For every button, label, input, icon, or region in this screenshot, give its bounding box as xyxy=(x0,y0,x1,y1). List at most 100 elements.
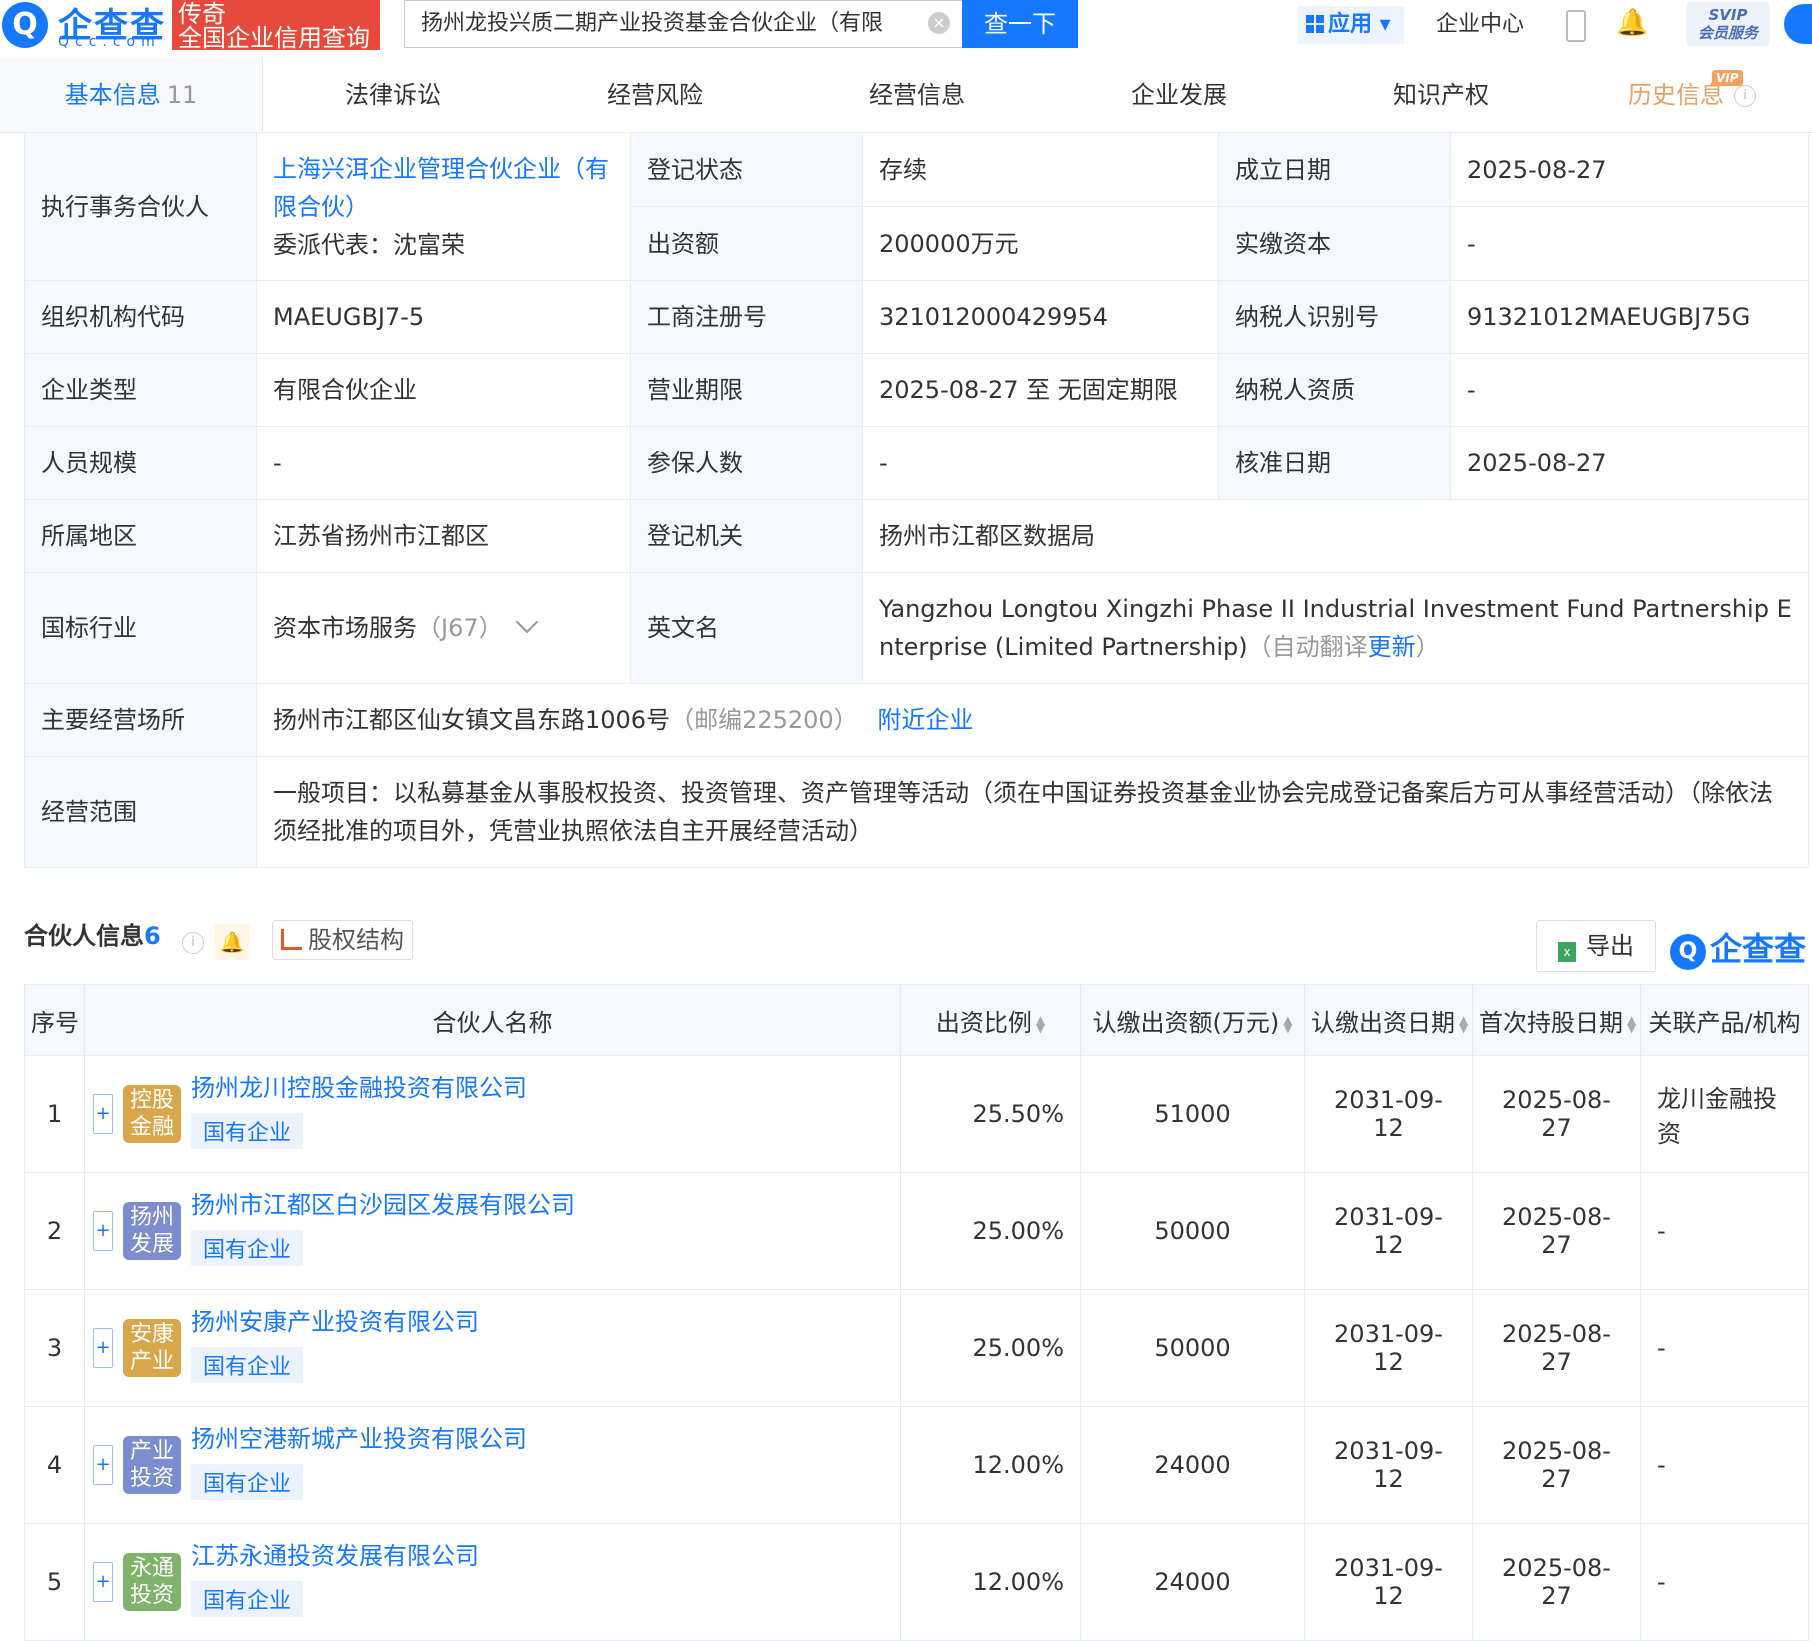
reg-status-label: 登记状态 xyxy=(630,132,863,207)
col-ratio[interactable]: 出资比例 ▲ ▼ xyxy=(900,984,1081,1056)
search-input[interactable]: 扬州龙投兴质二期产业投资基金合伙企业（有限 xyxy=(404,0,984,48)
expand-icon[interactable]: + xyxy=(93,1328,113,1368)
sub-date-value: 2031-09-12 xyxy=(1304,1406,1473,1524)
org-chart-icon xyxy=(281,929,302,950)
partner-name-link[interactable]: 扬州龙川控股金融投资有限公司 xyxy=(191,1068,527,1103)
partner-cell: +产业投资 扬州空港新城产业投资有限公司 国有企业 xyxy=(84,1406,901,1524)
sort-icon[interactable]: ▲ ▼ xyxy=(1036,1014,1045,1034)
en-name-update-link[interactable]: 更新 xyxy=(1368,633,1416,661)
col-first-date[interactable]: 首次持股日期 ▲ ▼ xyxy=(1472,984,1641,1056)
chevron-down-icon[interactable] xyxy=(515,610,538,634)
capital-value: 200000万元 xyxy=(862,206,1219,281)
tab-development[interactable]: 企业发展 xyxy=(1048,58,1310,132)
tab-label: 基本信息 xyxy=(64,81,161,109)
tab-count: 11 xyxy=(166,81,198,109)
sub-date-value: 2031-09-12 xyxy=(1304,1289,1473,1407)
col-amount[interactable]: 认缴出资额(万元) ▲ ▼ xyxy=(1080,984,1305,1056)
partners-count: 6 xyxy=(144,922,161,950)
address-label: 主要经营场所 xyxy=(24,683,257,757)
authority-label: 登记机关 xyxy=(630,499,863,573)
term-label: 营业期限 xyxy=(630,353,863,427)
type-label: 企业类型 xyxy=(24,353,257,427)
product-value[interactable]: 龙川金融投资 xyxy=(1640,1055,1809,1173)
equity-structure-button[interactable]: 股权结构 xyxy=(272,920,413,960)
partner-name-link[interactable]: 江苏永通投资发展有限公司 xyxy=(191,1536,479,1571)
partners-title: 合伙人信息 xyxy=(24,922,144,950)
svip-label: SVIP xyxy=(1708,6,1748,24)
partner-name-link[interactable]: 扬州安康产业投资有限公司 xyxy=(191,1302,479,1337)
expand-icon[interactable]: + xyxy=(93,1094,113,1134)
executive-partner-link[interactable]: 上海兴洱企业管理合伙企业（有限合伙） xyxy=(273,150,614,226)
sub-date-value: 2031-09-12 xyxy=(1304,1172,1473,1290)
qcc-logo-icon[interactable]: Q xyxy=(2,2,48,48)
first-date-value: 2025-08-27 xyxy=(1472,1055,1641,1173)
term-value: 2025-08-27 至 无固定期限 xyxy=(862,353,1219,427)
first-date-value: 2025-08-27 xyxy=(1472,1172,1641,1290)
company-avatar: 永通投资 xyxy=(123,1553,181,1611)
vip-badge: VIP xyxy=(1712,70,1743,86)
enterprise-center-link[interactable]: 企业中心 xyxy=(1436,6,1524,44)
clear-search-icon[interactable]: × xyxy=(928,12,950,34)
row-index: 1 xyxy=(24,1055,85,1173)
expand-icon[interactable]: + xyxy=(93,1562,113,1602)
tax-qual-value: - xyxy=(1450,353,1809,427)
col-amount-label: 认缴出资额(万元) xyxy=(1092,1008,1280,1037)
apps-menu-button[interactable]: 应用 ▾ xyxy=(1298,6,1404,44)
industry-value: 资本市场服务 xyxy=(273,614,417,642)
col-first-date-label: 首次持股日期 xyxy=(1479,1008,1623,1037)
biz-reg-label: 工商注册号 xyxy=(630,280,863,354)
ratio-value: 12.00% xyxy=(900,1523,1081,1641)
svip-button[interactable]: SVIP 会员服务 xyxy=(1686,2,1770,46)
col-sub-date[interactable]: 认缴出资日期 ▲ ▼ xyxy=(1304,984,1473,1056)
company-avatar: 产业投资 xyxy=(123,1436,181,1494)
company-type-tag: 国有企业 xyxy=(191,1346,304,1383)
founded-label: 成立日期 xyxy=(1218,132,1451,207)
tab-basic-info[interactable]: 基本信息 11 xyxy=(0,58,263,132)
company-type-tag: 国有企业 xyxy=(191,1112,304,1149)
col-sub-date-label: 认缴出资日期 xyxy=(1311,1008,1455,1037)
approved-value: 2025-08-27 xyxy=(1450,426,1809,500)
export-button[interactable]: x 导出 xyxy=(1536,920,1656,972)
sort-icon[interactable]: ▲ ▼ xyxy=(1283,1014,1292,1034)
tab-operations[interactable]: 经营信息 xyxy=(786,58,1048,132)
partner-name-link[interactable]: 扬州空港新城产业投资有限公司 xyxy=(191,1419,527,1454)
svip-sublabel: 会员服务 xyxy=(1697,24,1758,42)
industry-cell[interactable]: 资本市场服务（J67） xyxy=(256,572,631,684)
expand-icon[interactable]: + xyxy=(93,1445,113,1485)
region-value: 江苏省扬州市江都区 xyxy=(256,499,631,573)
info-icon[interactable]: i xyxy=(182,932,204,954)
paid-capital-value: - xyxy=(1450,206,1809,281)
table-row: 1 +控股金融 扬州龙川控股金融投资有限公司 国有企业 25.50% 51000 2031-… xyxy=(24,1055,1809,1173)
amount-value: 50000 xyxy=(1080,1172,1305,1290)
export-label: 导出 xyxy=(1586,932,1634,960)
product-value: - xyxy=(1640,1523,1809,1641)
tab-risk[interactable]: 经营风险 xyxy=(524,58,786,132)
mobile-phone-icon[interactable] xyxy=(1566,10,1586,42)
sort-icon[interactable]: ▲ ▼ xyxy=(1459,1014,1468,1034)
partner-name-link[interactable]: 扬州市江都区白沙园区发展有限公司 xyxy=(191,1185,575,1220)
monitor-bell-icon[interactable]: 🔔 xyxy=(214,924,250,960)
ratio-value: 25.00% xyxy=(900,1289,1081,1407)
partner-cell: +永通投资 江苏永通投资发展有限公司 国有企业 xyxy=(84,1523,901,1641)
table-row: 2 +扬州发展 扬州市江都区白沙园区发展有限公司 国有企业 25.00% 50000 203… xyxy=(24,1172,1809,1290)
executive-partner-cell: 上海兴洱企业管理合伙企业（有限合伙） 委派代表：沈富荣 xyxy=(256,132,631,281)
info-icon[interactable]: i xyxy=(1734,85,1756,107)
ratio-value: 25.00% xyxy=(900,1172,1081,1290)
sub-date-value: 2031-09-12 xyxy=(1304,1055,1473,1173)
notification-bell-icon[interactable]: 🔔 xyxy=(1616,8,1648,38)
expand-icon[interactable]: + xyxy=(93,1211,113,1251)
amount-value: 51000 xyxy=(1080,1055,1305,1173)
search-button[interactable]: 查一下 xyxy=(962,0,1078,48)
tab-ip[interactable]: 知识产权 xyxy=(1310,58,1572,132)
postcode: （邮编225200） xyxy=(670,706,858,734)
paid-capital-label: 实缴资本 xyxy=(1218,206,1451,281)
product-value: - xyxy=(1640,1289,1809,1407)
tab-history[interactable]: 历史信息 i xyxy=(1572,58,1812,132)
tab-legal[interactable]: 法律诉讼 xyxy=(262,58,524,132)
sort-icon[interactable]: ▲ ▼ xyxy=(1627,1014,1636,1034)
slogan-banner: 传奇 全国企业信用查询 xyxy=(172,0,380,50)
ratio-value: 12.00% xyxy=(900,1406,1081,1524)
nearby-companies-link[interactable]: 附近企业 xyxy=(877,706,973,734)
company-type-tag: 国有企业 xyxy=(191,1463,304,1500)
table-row: 3 +安康产业 扬州安康产业投资有限公司 国有企业 25.00% 50000 2031-09… xyxy=(24,1289,1809,1407)
